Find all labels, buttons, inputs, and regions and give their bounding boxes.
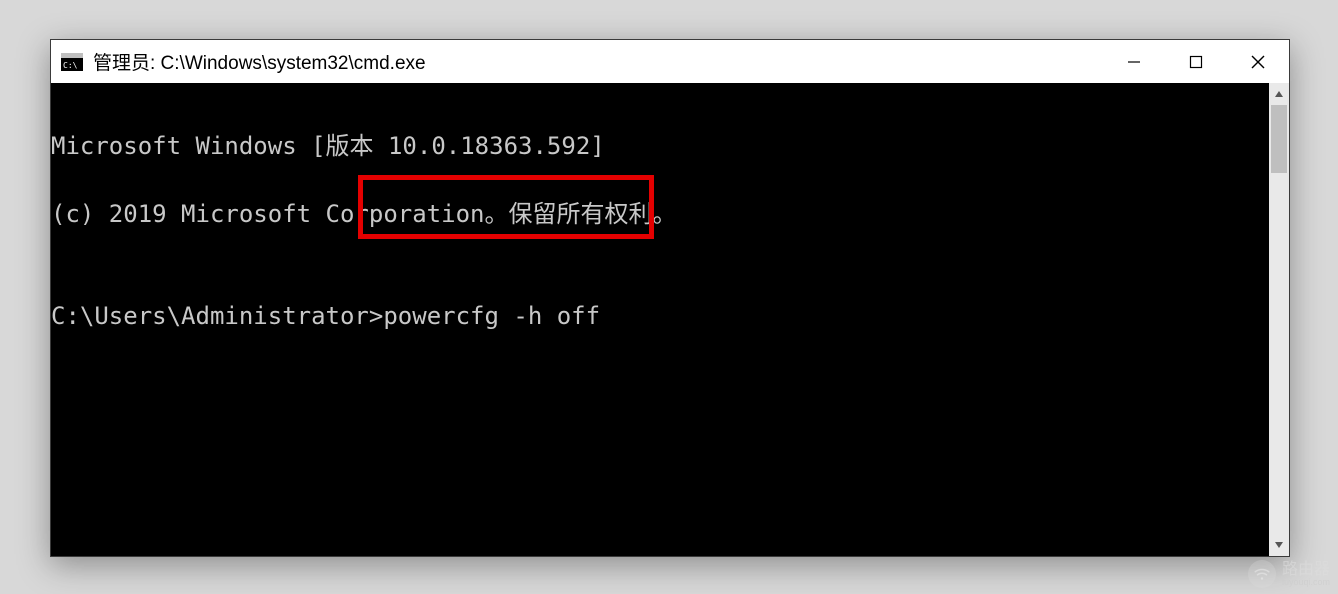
watermark: 路由器 luyouqi.com (1248, 560, 1330, 588)
wifi-icon (1248, 560, 1276, 588)
prompt-text: C:\Users\Administrator> (51, 302, 383, 330)
close-button[interactable] (1227, 40, 1289, 83)
stage: C:\ 管理员: C:\Windows\system32\cmd.exe Mic… (0, 0, 1338, 594)
cmd-window: C:\ 管理员: C:\Windows\system32\cmd.exe Mic… (50, 39, 1290, 557)
watermark-label: 路由器 (1282, 561, 1330, 578)
watermark-text: 路由器 luyouqi.com (1282, 562, 1330, 587)
console-prompt-line: C:\Users\Administrator>powercfg -h off (51, 299, 1269, 333)
vertical-scrollbar[interactable] (1269, 83, 1289, 556)
svg-text:C:\: C:\ (63, 61, 78, 70)
window-title: 管理员: C:\Windows\system32\cmd.exe (93, 48, 1103, 75)
scroll-up-arrow[interactable] (1269, 83, 1289, 105)
scroll-down-arrow[interactable] (1269, 534, 1289, 556)
cmd-icon: C:\ (61, 53, 83, 71)
console-line: (c) 2019 Microsoft Corporation。保留所有权利。 (51, 197, 1269, 231)
command-text: powercfg -h off (383, 302, 600, 330)
watermark-sub: luyouqi.com (1282, 578, 1330, 587)
title-bar[interactable]: C:\ 管理员: C:\Windows\system32\cmd.exe (51, 40, 1289, 83)
console-output[interactable]: Microsoft Windows [版本 10.0.18363.592] (c… (51, 83, 1269, 556)
window-controls (1103, 40, 1289, 83)
client-area: Microsoft Windows [版本 10.0.18363.592] (c… (51, 83, 1289, 556)
maximize-button[interactable] (1165, 40, 1227, 83)
scroll-thumb[interactable] (1271, 105, 1287, 173)
minimize-button[interactable] (1103, 40, 1165, 83)
console-line: Microsoft Windows [版本 10.0.18363.592] (51, 129, 1269, 163)
